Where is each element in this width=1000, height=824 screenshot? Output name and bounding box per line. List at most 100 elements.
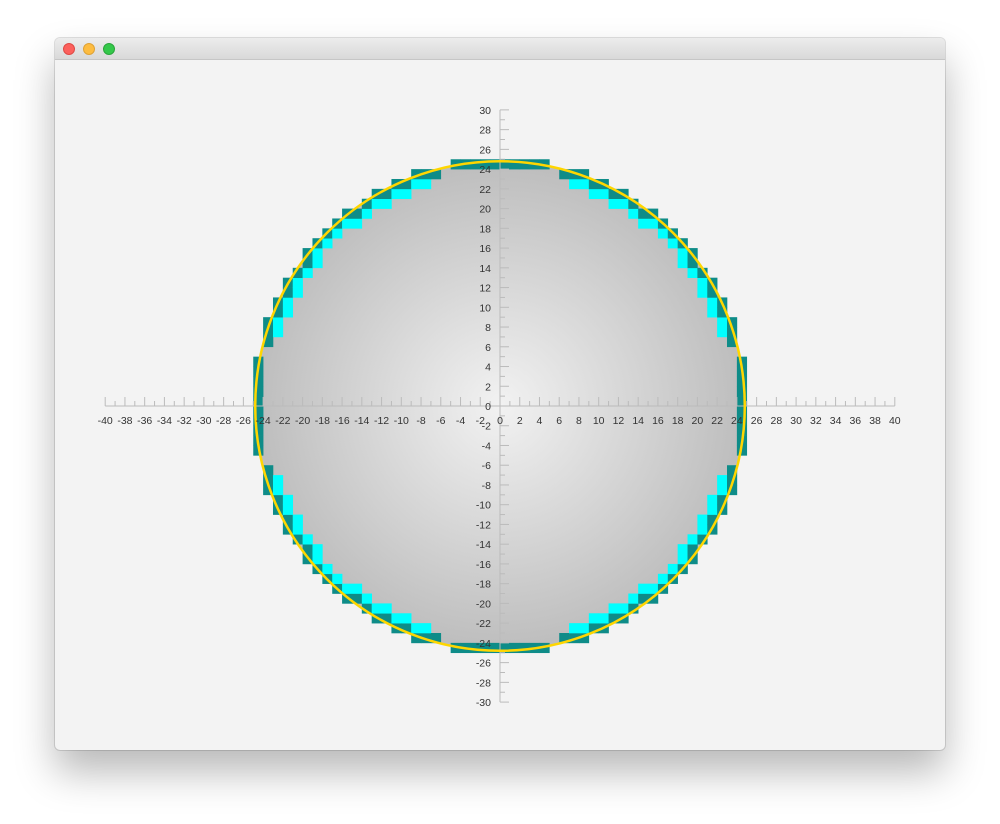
inner-pixel bbox=[717, 475, 728, 486]
inner-pixel bbox=[697, 277, 708, 288]
inner-pixel bbox=[707, 307, 718, 318]
inner-pixel bbox=[677, 248, 688, 259]
inner-pixel bbox=[717, 327, 728, 338]
y-tick-label: 14 bbox=[479, 263, 491, 275]
inner-pixel bbox=[421, 623, 432, 634]
inner-pixel bbox=[351, 583, 363, 594]
y-tick-label: 4 bbox=[485, 362, 491, 374]
boundary-pixel bbox=[519, 159, 530, 170]
x-tick-label: 36 bbox=[849, 415, 861, 427]
inner-pixel bbox=[381, 198, 392, 209]
y-tick-label: -6 bbox=[482, 460, 491, 472]
y-tick-label: -14 bbox=[476, 539, 491, 551]
inner-pixel bbox=[638, 218, 649, 229]
inner-pixel bbox=[598, 188, 609, 200]
inner-pixel bbox=[638, 583, 649, 594]
inner-pixel bbox=[322, 238, 333, 249]
inner-pixel bbox=[272, 327, 284, 338]
inner-pixel bbox=[657, 228, 669, 239]
inner-pixel bbox=[677, 544, 688, 555]
x-tick-label: -36 bbox=[137, 415, 152, 427]
x-tick-label: -38 bbox=[117, 415, 132, 427]
x-tick-label: -12 bbox=[374, 415, 389, 427]
inner-pixel bbox=[667, 563, 678, 575]
x-tick-label: 6 bbox=[556, 415, 562, 427]
inner-pixel bbox=[272, 484, 284, 496]
x-tick-label: 16 bbox=[652, 415, 664, 427]
x-tick-label: 0 bbox=[497, 415, 503, 427]
x-tick-label: 12 bbox=[613, 415, 625, 427]
inner-pixel bbox=[411, 178, 422, 190]
x-tick-label: -10 bbox=[394, 415, 409, 427]
x-tick-label: -8 bbox=[416, 415, 425, 427]
x-tick-label: -14 bbox=[354, 415, 369, 427]
inner-pixel bbox=[657, 573, 669, 584]
inner-pixel bbox=[608, 603, 619, 614]
y-tick-label: -4 bbox=[482, 440, 491, 452]
x-tick-label: 40 bbox=[889, 415, 901, 427]
inner-pixel bbox=[628, 208, 639, 219]
inner-pixel bbox=[282, 297, 294, 308]
y-tick-label: -24 bbox=[476, 638, 491, 650]
circle-plot: -40 -38 -36 -34 -32 -30 -28 -26 -24 -22 -20 -18 -16-… bbox=[98, 105, 901, 709]
inner-pixel bbox=[322, 563, 333, 575]
inner-pixel bbox=[578, 623, 590, 634]
y-tick-label: 10 bbox=[479, 302, 491, 314]
inner-pixel bbox=[381, 603, 392, 614]
x-tick-label: 18 bbox=[672, 415, 684, 427]
inner-pixel bbox=[687, 267, 698, 278]
x-tick-label: 24 bbox=[731, 415, 743, 427]
y-tick-label: 12 bbox=[479, 283, 491, 295]
y-tick-label: 24 bbox=[479, 164, 491, 176]
x-tick-label: 4 bbox=[537, 415, 543, 427]
inner-pixel bbox=[312, 544, 323, 555]
inner-pixel bbox=[292, 524, 303, 535]
x-tick-label: 26 bbox=[751, 415, 763, 427]
inner-pixel bbox=[332, 228, 343, 239]
inner-pixel bbox=[401, 613, 412, 624]
inner-pixel bbox=[361, 208, 372, 219]
inner-pixel bbox=[332, 573, 343, 584]
x-tick-label: -26 bbox=[236, 415, 251, 427]
x-tick-label: -6 bbox=[436, 415, 445, 427]
y-tick-label: 6 bbox=[485, 342, 491, 354]
x-tick-label: -16 bbox=[334, 415, 349, 427]
inner-pixel bbox=[302, 534, 313, 545]
y-tick-label: -12 bbox=[476, 519, 491, 531]
inner-pixel bbox=[588, 613, 599, 624]
inner-pixel bbox=[707, 504, 718, 515]
inner-pixel bbox=[371, 198, 382, 209]
inner-pixel bbox=[707, 494, 718, 505]
x-tick-label: -4 bbox=[456, 415, 465, 427]
y-tick-label: 16 bbox=[479, 243, 491, 255]
y-tick-label: 26 bbox=[479, 144, 491, 156]
inner-pixel bbox=[648, 218, 659, 229]
x-tick-label: 34 bbox=[830, 415, 842, 427]
x-tick-label: 8 bbox=[576, 415, 582, 427]
y-tick-label: -22 bbox=[476, 618, 491, 630]
inner-pixel bbox=[292, 514, 303, 525]
inner-pixel bbox=[697, 514, 708, 525]
y-tick-label: -18 bbox=[476, 579, 491, 591]
inner-pixel bbox=[697, 287, 708, 298]
inner-pixel bbox=[342, 583, 353, 594]
inner-pixel bbox=[351, 218, 363, 229]
inner-pixel bbox=[411, 623, 422, 634]
inner-pixel bbox=[302, 267, 313, 278]
inner-pixel bbox=[282, 494, 294, 505]
axes bbox=[104, 109, 896, 703]
y-tick-label: -2 bbox=[482, 421, 491, 433]
inner-pixel bbox=[272, 475, 284, 486]
inner-pixel bbox=[648, 583, 659, 594]
x-tick-label: 38 bbox=[869, 415, 881, 427]
inner-pixel bbox=[401, 188, 412, 200]
x-tick-label: -28 bbox=[216, 415, 231, 427]
inner-pixel bbox=[667, 238, 678, 249]
inner-pixel bbox=[608, 198, 619, 209]
inner-pixel bbox=[312, 248, 323, 259]
inner-pixel bbox=[569, 623, 580, 634]
y-tick-label: -10 bbox=[476, 500, 491, 512]
inner-pixel bbox=[598, 613, 609, 624]
y-tick-label: -20 bbox=[476, 598, 491, 610]
x-tick-label: 14 bbox=[632, 415, 644, 427]
